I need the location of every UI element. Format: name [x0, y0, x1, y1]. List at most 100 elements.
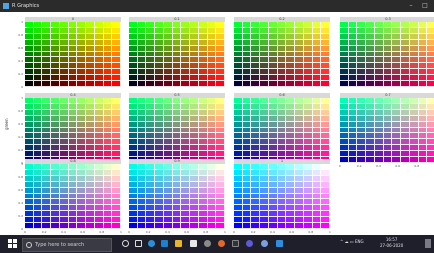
color-grid	[234, 98, 330, 163]
color-tile	[242, 223, 252, 229]
color-tile	[25, 81, 34, 87]
color-tile	[172, 223, 182, 229]
facet-panel: 0.2	[234, 17, 330, 87]
y-tick-label: 1	[21, 20, 23, 24]
taskbar-search[interactable]: Type here to search	[22, 238, 112, 252]
facet-panel: 0.6	[234, 93, 330, 163]
color-tile	[112, 81, 121, 87]
color-tile	[33, 81, 43, 87]
color-tile	[312, 223, 322, 229]
cortana-icon[interactable]	[122, 240, 129, 247]
clock-date: 27-06-2020	[380, 243, 404, 248]
color-tile	[146, 223, 156, 229]
vscode-icon[interactable]	[276, 240, 283, 247]
x-tick-label: 1	[329, 230, 331, 234]
x-tick-label: 0.2	[250, 230, 256, 234]
y-tick-label: 0.8	[18, 33, 23, 37]
minimize-button[interactable]: –	[406, 1, 416, 11]
x-tick-label: 0.2	[145, 230, 151, 234]
color-tile	[409, 81, 419, 87]
edge-icon[interactable]	[148, 240, 155, 247]
color-grid	[129, 98, 225, 163]
window-title: R Graphics	[12, 3, 40, 9]
color-tile	[59, 81, 69, 87]
color-tile	[418, 157, 428, 163]
color-tile	[366, 157, 375, 163]
terminal-icon[interactable]	[232, 240, 239, 247]
color-tile	[234, 81, 243, 87]
settings-icon[interactable]	[204, 240, 211, 247]
color-grid	[234, 164, 330, 229]
color-tile	[409, 157, 419, 163]
color-grid	[129, 22, 225, 87]
color-tile	[260, 223, 269, 229]
y-tick-label: 0.2	[18, 214, 23, 218]
x-tick-label: 0.8	[308, 230, 314, 234]
task-view-icon[interactable]	[135, 240, 142, 247]
color-tile	[268, 81, 278, 87]
store-icon[interactable]	[190, 240, 197, 247]
color-tile	[146, 81, 156, 87]
photos-icon[interactable]	[218, 240, 225, 247]
color-tile	[383, 81, 393, 87]
system-tray[interactable]: ^ ☁ ▭ ENG	[340, 239, 364, 244]
color-tile	[418, 81, 428, 87]
color-tile	[198, 223, 208, 229]
color-grid	[234, 22, 330, 87]
color-tile	[277, 81, 287, 87]
mail-icon[interactable]	[161, 240, 168, 247]
color-tile	[427, 157, 434, 163]
color-tile	[357, 157, 367, 163]
chrome-icon[interactable]	[261, 240, 268, 247]
show-desktop-button[interactable]	[425, 239, 431, 248]
facet-panel: 0.7	[340, 93, 434, 163]
x-tick-label: 0	[128, 230, 130, 234]
start-button[interactable]	[8, 239, 17, 248]
x-tick-label: 0.4	[376, 164, 381, 168]
color-tile	[303, 223, 313, 229]
color-tile	[216, 81, 225, 87]
facet-panel: 0.8	[25, 159, 121, 229]
color-tile	[33, 223, 43, 229]
color-tile	[163, 223, 173, 229]
y-tick-label: 0.6	[18, 188, 23, 192]
y-tick-label: 0.6	[18, 122, 23, 126]
color-tile	[155, 81, 164, 87]
color-tile	[251, 223, 261, 229]
color-tile	[155, 223, 164, 229]
window-titlebar: R Graphics – □	[0, 0, 434, 12]
x-tick-label: 0.4	[61, 230, 66, 234]
x-tick-label: 0.8	[99, 230, 105, 234]
slack-icon[interactable]	[246, 240, 253, 247]
color-tile	[59, 223, 69, 229]
color-tile	[207, 223, 217, 229]
color-tile	[374, 157, 384, 163]
color-tile	[51, 223, 60, 229]
color-tile	[251, 81, 261, 87]
x-tick-label: 0.4	[165, 230, 170, 234]
facet-panel: 0.4	[25, 93, 121, 163]
clock[interactable]: 16:57 27-06-2020	[380, 237, 403, 249]
color-tile	[295, 81, 304, 87]
color-tile	[242, 81, 252, 87]
y-tick-label: 0.4	[18, 135, 23, 139]
color-tile	[190, 81, 199, 87]
color-tile	[366, 81, 375, 87]
color-grid	[25, 22, 121, 87]
color-tile	[77, 223, 87, 229]
color-tile	[42, 81, 52, 87]
color-tile	[86, 223, 95, 229]
y-tick-label: 0.8	[18, 175, 23, 179]
y-tick-label: 0	[21, 85, 23, 89]
search-icon	[26, 242, 32, 248]
file-explorer-icon[interactable]	[175, 240, 182, 247]
color-tile	[42, 223, 52, 229]
x-tick-label: 0.8	[203, 230, 209, 234]
y-tick-label: 0.4	[18, 59, 23, 63]
color-tile	[303, 81, 313, 87]
color-tile	[51, 81, 60, 87]
y-tick-label: 0.4	[18, 201, 23, 205]
color-tile	[103, 81, 113, 87]
maximize-button[interactable]: □	[420, 1, 430, 11]
y-tick-label: 0.6	[18, 46, 23, 50]
